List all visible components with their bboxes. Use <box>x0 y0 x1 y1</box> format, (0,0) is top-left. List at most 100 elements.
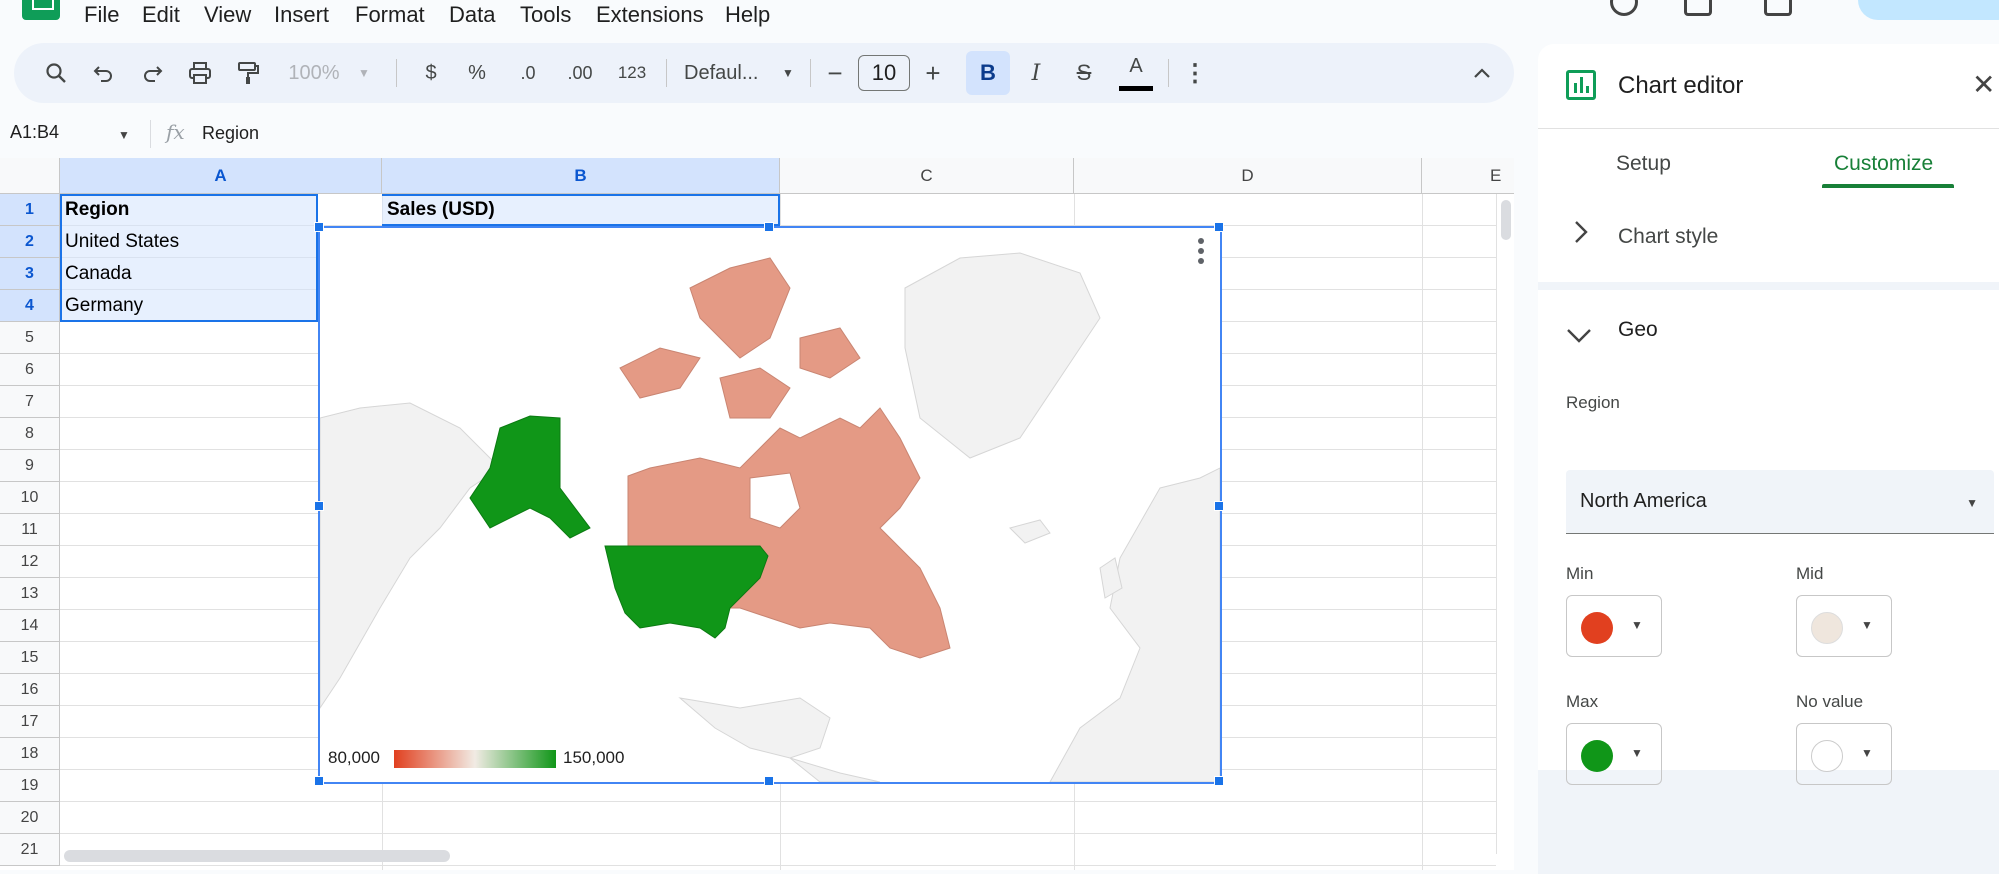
zoom-caret-icon[interactable]: ▼ <box>354 43 374 103</box>
meet-icon[interactable] <box>1764 0 1792 16</box>
resize-handle[interactable] <box>764 222 774 232</box>
row-header-9[interactable]: 9 <box>0 450 60 482</box>
select-all-corner[interactable] <box>0 158 60 194</box>
vertical-scrollbar[interactable] <box>1496 194 1514 854</box>
row-header-3[interactable]: 3 <box>0 258 60 290</box>
cell-b1[interactable]: Sales (USD) <box>382 194 780 226</box>
chevron-down-icon[interactable] <box>1566 320 1592 351</box>
row-header-8[interactable]: 8 <box>0 418 60 450</box>
more-options-icon[interactable]: ⋮ <box>1180 43 1210 103</box>
row-header-16[interactable]: 16 <box>0 674 60 706</box>
cell-a4[interactable]: Germany <box>60 290 318 322</box>
resize-handle[interactable] <box>1214 501 1224 511</box>
row-header-18[interactable]: 18 <box>0 738 60 770</box>
tab-customize[interactable]: Customize <box>1834 152 1933 176</box>
resize-handle[interactable] <box>314 776 324 786</box>
row-header-20[interactable]: 20 <box>0 802 60 834</box>
vertical-scroll-thumb[interactable] <box>1501 200 1511 240</box>
row-header-6[interactable]: 6 <box>0 354 60 386</box>
search-menus-icon[interactable] <box>38 43 74 103</box>
print-icon[interactable] <box>182 43 218 103</box>
sheets-logo-icon[interactable] <box>22 0 60 20</box>
row-header-15[interactable]: 15 <box>0 642 60 674</box>
resize-handle[interactable] <box>764 776 774 786</box>
max-color-picker[interactable]: ▼ <box>1566 723 1662 785</box>
resize-handle[interactable] <box>314 222 324 232</box>
strikethrough-button[interactable]: S <box>1064 43 1104 103</box>
increase-font-size-button[interactable]: + <box>918 43 948 103</box>
italic-button[interactable]: I <box>1016 43 1056 103</box>
chevron-right-icon[interactable] <box>1574 220 1588 251</box>
menu-data[interactable]: Data <box>449 2 495 28</box>
chart-menu-icon[interactable] <box>1198 238 1204 264</box>
row-header-17[interactable]: 17 <box>0 706 60 738</box>
resize-handle[interactable] <box>1214 222 1224 232</box>
row-header-1[interactable]: 1 <box>0 194 60 226</box>
column-header-e[interactable]: E <box>1422 158 1514 194</box>
column-header-d[interactable]: D <box>1074 158 1422 194</box>
bold-button[interactable]: B <box>966 51 1010 95</box>
comments-icon[interactable] <box>1684 0 1712 16</box>
increase-decimal-button[interactable]: .00 <box>558 43 602 103</box>
cell-a1[interactable]: Region <box>60 194 382 226</box>
row-header-11[interactable]: 11 <box>0 514 60 546</box>
undo-icon[interactable] <box>86 43 122 103</box>
spreadsheet-grid[interactable]: A B C D E 1 2 3 4 5 6 7 8 9 10 11 12 13 14 15 16 17 18 19 2… <box>0 158 1514 870</box>
row-header-13[interactable]: 13 <box>0 578 60 610</box>
name-box[interactable]: A1:B4 <box>10 122 59 143</box>
menu-edit[interactable]: Edit <box>142 2 180 28</box>
section-chart-style[interactable]: Chart style <box>1538 194 1999 282</box>
row-header-19[interactable]: 19 <box>0 770 60 802</box>
menu-view[interactable]: View <box>204 2 251 28</box>
row-header-4[interactable]: 4 <box>0 290 60 322</box>
name-box-caret-icon[interactable]: ▼ <box>118 128 130 142</box>
map-alaska <box>469 415 591 539</box>
resize-handle[interactable] <box>1214 776 1224 786</box>
close-icon[interactable]: ✕ <box>1972 68 1995 101</box>
region-label: Region <box>1566 393 1620 412</box>
zoom-select[interactable]: 100% <box>284 43 344 103</box>
tab-setup[interactable]: Setup <box>1616 152 1671 176</box>
paint-format-icon[interactable] <box>230 43 266 103</box>
row-header-2[interactable]: 2 <box>0 226 60 258</box>
region-dropdown[interactable]: North America ▼ <box>1566 470 1994 534</box>
menu-help[interactable]: Help <box>725 2 770 28</box>
mid-color-picker[interactable]: ▼ <box>1796 595 1892 657</box>
row-header-7[interactable]: 7 <box>0 386 60 418</box>
cell-a2[interactable]: United States <box>60 226 318 258</box>
row-header-10[interactable]: 10 <box>0 482 60 514</box>
currency-format-button[interactable]: $ <box>416 43 446 103</box>
font-size-input[interactable]: 10 <box>858 55 910 91</box>
resize-handle[interactable] <box>314 501 324 511</box>
row-header-14[interactable]: 14 <box>0 610 60 642</box>
menu-extensions[interactable]: Extensions <box>596 2 704 28</box>
more-formats-button[interactable]: 123 <box>610 43 654 103</box>
share-button[interactable] <box>1858 0 1999 20</box>
row-header-5[interactable]: 5 <box>0 322 60 354</box>
menu-tools[interactable]: Tools <box>520 2 571 28</box>
menu-insert[interactable]: Insert <box>274 2 329 28</box>
redo-icon[interactable] <box>134 43 170 103</box>
row-header-12[interactable]: 12 <box>0 546 60 578</box>
decrease-decimal-button[interactable]: .0 <box>508 43 548 103</box>
column-header-c[interactable]: C <box>780 158 1074 194</box>
column-header-b[interactable]: B <box>382 158 780 194</box>
no-value-color-picker[interactable]: ▼ <box>1796 723 1892 785</box>
horizontal-scroll-thumb[interactable] <box>64 850 450 862</box>
column-header-a[interactable]: A <box>60 158 382 194</box>
font-caret-icon[interactable]: ▼ <box>778 43 798 103</box>
collapse-menus-icon[interactable] <box>1464 43 1500 103</box>
menu-file[interactable]: File <box>84 2 119 28</box>
row-header-21[interactable]: 21 <box>0 834 60 866</box>
menu-format[interactable]: Format <box>355 2 425 28</box>
cell-a3[interactable]: Canada <box>60 258 318 290</box>
history-icon[interactable] <box>1610 0 1638 16</box>
formula-input[interactable]: Region <box>202 123 259 144</box>
min-color-picker[interactable]: ▼ <box>1566 595 1662 657</box>
decrease-font-size-button[interactable]: − <box>820 43 850 103</box>
font-family-select[interactable]: Defaul... <box>674 43 780 103</box>
formula-divider <box>150 120 151 148</box>
percent-format-button[interactable]: % <box>462 43 492 103</box>
geo-chart[interactable]: 80,000 150,000 <box>314 222 1224 786</box>
text-color-button[interactable]: A <box>1112 43 1160 103</box>
